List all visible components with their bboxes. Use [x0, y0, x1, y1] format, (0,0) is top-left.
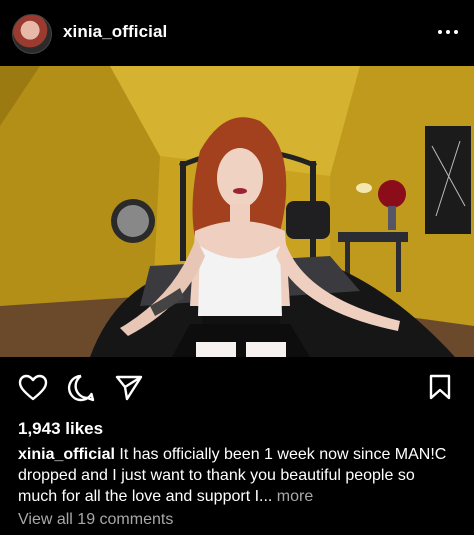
view-comments-link[interactable]: View all 19 comments — [18, 511, 173, 529]
post-username[interactable]: xinia_official — [63, 22, 167, 42]
post-header: xinia_official — [0, 0, 474, 66]
post-photo[interactable] — [0, 66, 474, 357]
likes-count[interactable]: 1,943 likes — [18, 419, 103, 439]
caption-username[interactable]: xinia_official — [18, 446, 115, 463]
heart-icon[interactable] — [18, 374, 48, 401]
more-horizontal-icon[interactable] — [436, 23, 460, 41]
bedroom-portrait-image — [0, 66, 474, 357]
send-icon[interactable] — [114, 373, 144, 401]
post-caption: xinia_official It has officially been 1 … — [18, 444, 458, 507]
caption-more-link[interactable]: more — [272, 488, 313, 505]
comment-icon[interactable] — [66, 373, 96, 403]
action-bar — [0, 370, 474, 404]
avatar[interactable] — [12, 14, 52, 54]
bookmark-icon[interactable] — [428, 373, 452, 401]
